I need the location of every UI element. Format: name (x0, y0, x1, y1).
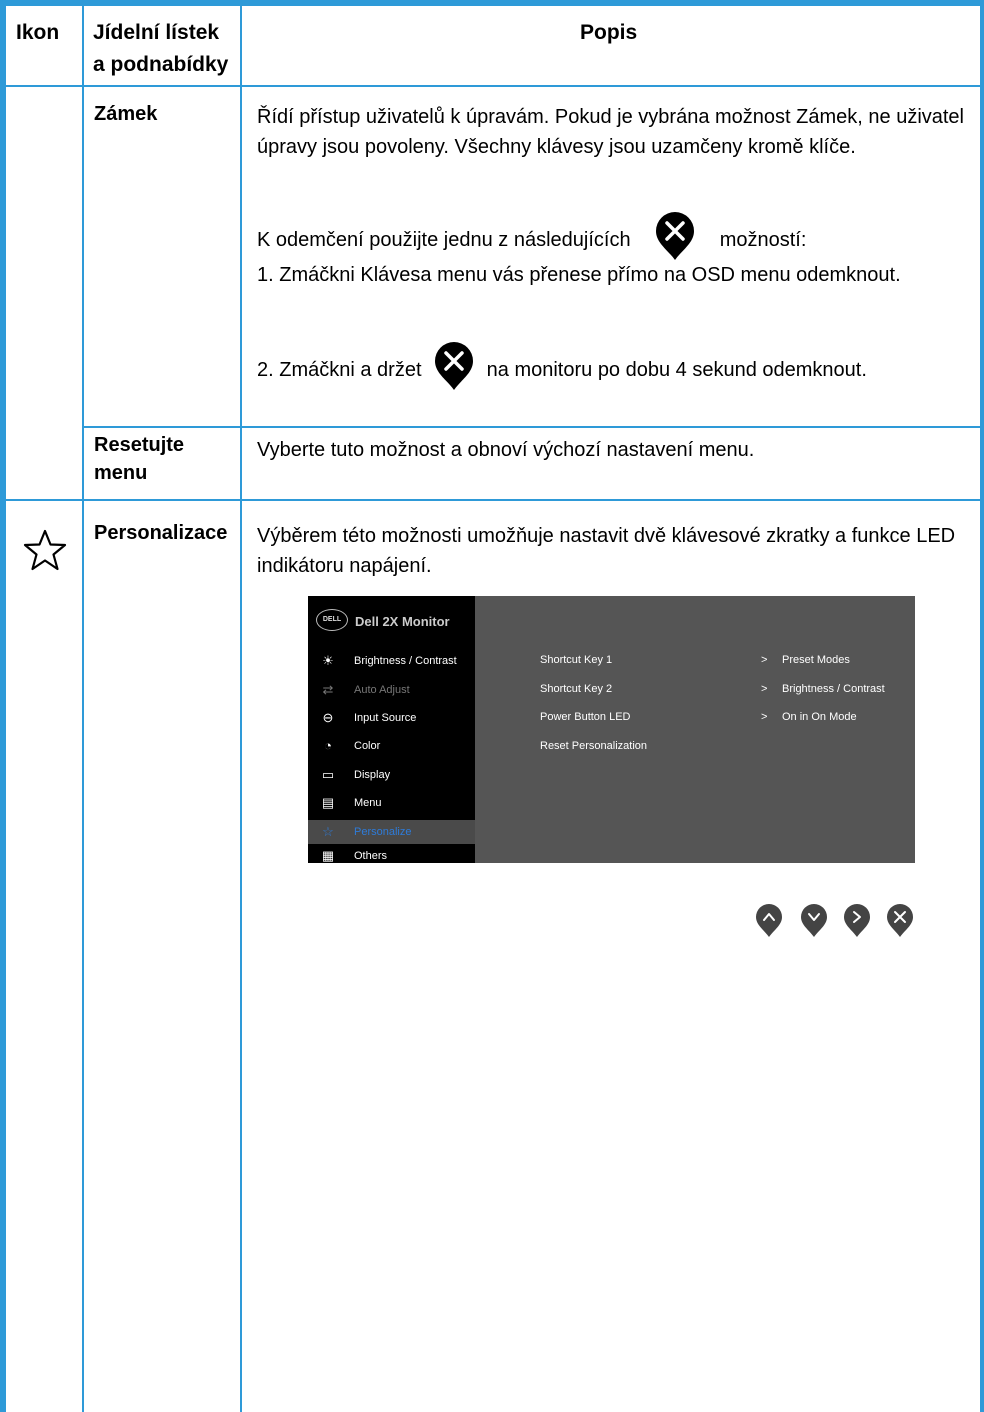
osd-item-others[interactable]: ▦ Others (308, 849, 475, 863)
lock-unlock-step-2: 2. Zmáčkni a držet na monitoru po dobu 4… (257, 340, 969, 401)
osd-setting-reset-personalization[interactable]: Reset Personalization (540, 740, 647, 752)
osd-menu-screenshot: DELL Dell 2X Monitor ☀ Brightness / Cont… (308, 596, 915, 863)
osd-setting-arrow: > (761, 711, 768, 723)
lock-description: Řídí přístup uživatelů k úpravám. Pokud … (257, 106, 965, 158)
osd-item-brightness-contrast[interactable]: ☀ Brightness / Contrast (308, 649, 475, 673)
right-button-icon[interactable] (843, 904, 871, 938)
close-key-icon (433, 340, 475, 401)
personalize-menu-name: Personalizace (94, 522, 228, 544)
lock-unlock-intro-text: K odemčení použijte jednu z následujícíc… (257, 228, 631, 251)
table-left-border (0, 0, 6, 1412)
osd-item-color[interactable]: ◔ Color (308, 734, 475, 758)
osd-item-display[interactable]: ▭ Display (308, 763, 475, 787)
personalize-description: Výběrem této možnosti umožňuje nastavit … (257, 525, 956, 577)
osd-setting-arrow: > (761, 654, 768, 666)
close-button-icon[interactable] (886, 904, 914, 938)
color-icon: ◔ (324, 738, 332, 753)
reset-menu-name-line2: menu (94, 462, 148, 484)
header-description-column: Popis (580, 21, 638, 44)
osd-item-input-source[interactable]: ⊖ Input Source (308, 706, 475, 730)
lock-unlock-step-2-suffix: na monitoru po dobu 4 sekund odemknout. (486, 358, 867, 381)
osd-setting-arrow: > (761, 683, 768, 695)
osd-setting-value: Preset Modes (782, 654, 850, 666)
star-outline-icon (22, 528, 68, 577)
menu-icon: ▤ (321, 795, 335, 810)
osd-setting-power-button-led[interactable]: Power Button LED (540, 711, 631, 723)
display-icon: ▭ (321, 767, 335, 782)
table-right-border (980, 0, 984, 1412)
osd-setting-shortcut-key-1[interactable]: Shortcut Key 1 (540, 654, 612, 666)
lock-unlock-intro-suffix: možností: (719, 228, 807, 251)
osd-item-personalize[interactable]: ☆ Personalize (308, 820, 475, 844)
osd-item-menu[interactable]: ▤ Menu (308, 791, 475, 815)
header-icon-column: Ikon (16, 21, 60, 44)
table-top-border (0, 0, 984, 6)
brightness-icon: ☀ (322, 653, 334, 668)
row-divider-reset (6, 499, 980, 501)
lock-unlock-step-2-text: 2. Zmáčkni a držet (257, 358, 422, 381)
osd-main-menu: DELL Dell 2X Monitor ☀ Brightness / Cont… (308, 596, 475, 863)
column-divider-2 (240, 6, 242, 1412)
up-button-icon[interactable] (755, 904, 783, 938)
row-divider-lock (82, 426, 980, 428)
osd-setting-shortcut-key-2[interactable]: Shortcut Key 2 (540, 683, 612, 695)
others-icon: ▦ (321, 848, 335, 863)
lock-unlock-step-1: 1. Zmáčkni Klávesa menu vás přenese přím… (257, 264, 901, 286)
osd-item-auto-adjust[interactable]: ⇄ Auto Adjust (308, 678, 475, 702)
column-divider-1 (82, 6, 84, 1412)
down-button-icon[interactable] (800, 904, 828, 938)
star-icon: ☆ (322, 824, 334, 839)
osd-title: Dell 2X Monitor (355, 614, 450, 629)
osd-setting-value: On in On Mode (782, 711, 857, 723)
header-menu-column-line2: a podnabídky (93, 53, 229, 76)
osd-setting-value: Brightness / Contrast (782, 683, 885, 695)
dell-logo: DELL (316, 609, 348, 631)
auto-adjust-icon: ⇄ (322, 682, 334, 697)
reset-menu-name-line1: Resetujte (94, 434, 185, 456)
reset-description: Vyberte tuto možnost a obnoví výchozí na… (257, 439, 755, 461)
row-divider-header (6, 85, 980, 87)
header-menu-column-line1: Jídelní lístek (93, 21, 220, 44)
lock-menu-name: Zámek (94, 103, 158, 125)
input-source-icon: ⊖ (322, 710, 334, 725)
